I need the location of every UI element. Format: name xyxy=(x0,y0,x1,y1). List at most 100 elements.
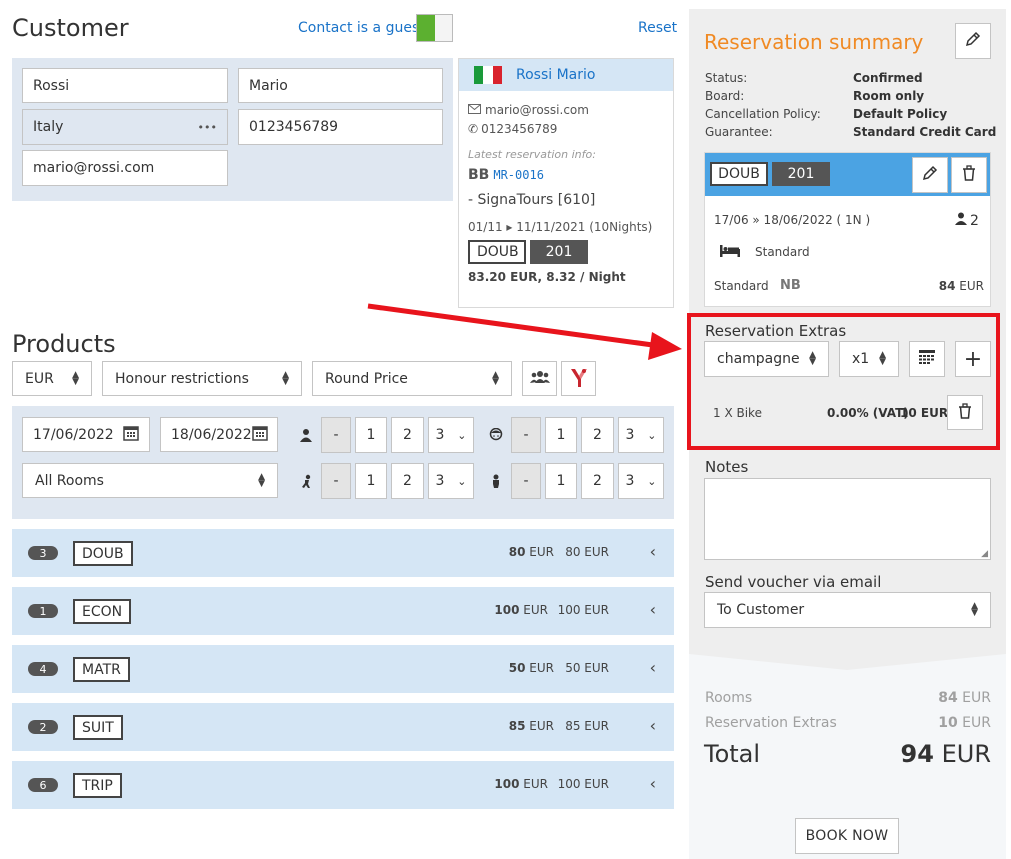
product-row[interactable]: 3 DOUB 80 EUR 80 EUR ‹ xyxy=(12,529,674,577)
last-stay-price: 83.20 EUR, 8.32 / Night xyxy=(468,270,626,284)
reservation-code-link[interactable]: MR-0016 xyxy=(493,168,544,182)
bed-type: Standard xyxy=(755,245,810,259)
chevron-left-icon[interactable]: ‹ xyxy=(650,658,656,677)
guest-name-link[interactable]: Rossi Mario xyxy=(516,67,595,83)
currency-select[interactable]: EUR ▲ ▼ xyxy=(12,361,92,396)
last-room-number: 201 xyxy=(530,240,588,264)
guest-toggle[interactable] xyxy=(416,14,453,42)
totals-notch xyxy=(689,654,1006,670)
kids-1-button[interactable]: 1 xyxy=(355,463,387,499)
room-price-value: 85 xyxy=(508,719,526,733)
calendar-icon[interactable] xyxy=(123,425,139,445)
infants-1-button[interactable]: 1 xyxy=(545,463,577,499)
customer-title: Customer xyxy=(12,14,129,42)
room-price-value: 50 xyxy=(508,661,526,675)
extra-item-select[interactable]: champagne ▲ ▼ xyxy=(704,341,829,377)
adults-more-select[interactable]: 3 ⌄ xyxy=(428,417,474,453)
book-now-button[interactable]: BOOK NOW xyxy=(795,818,899,854)
children-2-button[interactable]: 2 xyxy=(581,417,614,453)
mail-icon xyxy=(468,103,481,117)
rate-price: 84 xyxy=(938,279,956,293)
kids-more-value: 3 xyxy=(435,473,445,489)
availability-badge: 3 xyxy=(28,546,58,560)
delete-extra-button[interactable] xyxy=(947,395,983,430)
date-to-input[interactable]: 18/06/2022 xyxy=(160,417,278,452)
rooms-filter-select[interactable]: All Rooms ▲ ▼ xyxy=(22,463,278,498)
restrictions-value: Honour restrictions xyxy=(115,370,249,387)
notes-textarea[interactable]: ◢ xyxy=(704,478,991,560)
date-from-input[interactable]: 17/06/2022 xyxy=(22,417,150,452)
board-code: BB xyxy=(468,167,490,183)
kids-2-button[interactable]: 2 xyxy=(391,463,424,499)
room-type-tag: DOUB xyxy=(73,541,133,566)
edit-summary-button[interactable] xyxy=(955,23,991,59)
calendar-icon[interactable] xyxy=(251,425,268,445)
extra-line-price: 10 EUR xyxy=(900,406,949,420)
cancellation-label: Cancellation Policy: xyxy=(705,107,821,121)
cancellation-value: Default Policy xyxy=(853,107,948,121)
kids-more-select[interactable]: 3 ⌄ xyxy=(428,463,474,499)
product-row[interactable]: 4 MATR 50 EUR 50 EUR ‹ xyxy=(12,645,674,693)
email-input[interactable]: mario@rossi.com xyxy=(22,150,228,186)
chevron-left-icon[interactable]: ‹ xyxy=(650,716,656,735)
product-row[interactable]: 2 SUIT 85 EUR 85 EUR ‹ xyxy=(12,703,674,751)
infants-more-select[interactable]: 3 ⌄ xyxy=(618,463,664,499)
more-icon[interactable]: ••• xyxy=(198,121,217,134)
infants-2-button[interactable]: 2 xyxy=(581,463,614,499)
voucher-select[interactable]: To Customer ▲ ▼ xyxy=(704,592,991,628)
extra-item-value: champagne xyxy=(717,351,800,367)
extra-qty-select[interactable]: x1 ▲ ▼ xyxy=(839,341,899,377)
price-mode-select[interactable]: Round Price ▲ ▼ xyxy=(312,361,512,396)
edit-room-button[interactable] xyxy=(912,157,948,193)
voucher-label: Send voucher via email xyxy=(705,573,882,591)
room-price: 100 EUR xyxy=(494,777,548,791)
group-icon xyxy=(529,370,550,388)
adults-minus-button[interactable]: - xyxy=(321,417,351,453)
grand-total-currency: EUR xyxy=(941,740,991,768)
children-more-value: 3 xyxy=(625,427,635,443)
room-price-total: 50 EUR xyxy=(565,661,609,675)
extras-total-label: Reservation Extras xyxy=(705,715,837,731)
adults-2-button[interactable]: 2 xyxy=(391,417,424,453)
extra-schedule-button[interactable] xyxy=(909,341,945,377)
rooms-filter-value: All Rooms xyxy=(35,472,104,489)
availability-badge: 2 xyxy=(28,720,58,734)
product-row[interactable]: 6 TRIP 100 EUR 100 EUR ‹ xyxy=(12,761,674,809)
chevron-down-icon: ⌄ xyxy=(647,474,657,488)
first-name-input[interactable]: Mario xyxy=(238,68,443,103)
guest-card: Rossi Mario mario@rossi.com ✆ 0123456789… xyxy=(458,58,674,308)
availability-badge: 4 xyxy=(28,662,58,676)
children-minus-button[interactable]: - xyxy=(511,417,541,453)
guest-count: 2 xyxy=(970,212,979,229)
group-button[interactable] xyxy=(522,361,557,396)
yield-button[interactable] xyxy=(561,361,596,396)
room-price: 50 EUR xyxy=(509,661,554,675)
extra-line-name: 1 X Bike xyxy=(713,406,762,420)
chevron-down-icon: ⌄ xyxy=(457,428,467,442)
kids-minus-button[interactable]: - xyxy=(321,463,351,499)
children-more-select[interactable]: 3 ⌄ xyxy=(618,417,664,453)
children-1-button[interactable]: 1 xyxy=(545,417,577,453)
infants-minus-button[interactable]: - xyxy=(511,463,541,499)
resize-handle-icon[interactable]: ◢ xyxy=(981,549,988,559)
reset-link[interactable]: Reset xyxy=(638,20,677,36)
room-price-value: 100 xyxy=(494,777,520,791)
delete-room-button[interactable] xyxy=(951,157,987,193)
availability-badge: 6 xyxy=(28,778,58,792)
extras-total-value: 10 xyxy=(938,715,958,731)
last-name-input[interactable]: Rossi xyxy=(22,68,228,103)
chevron-down-icon: ⌄ xyxy=(647,428,657,442)
room-price-total: 80 EUR xyxy=(565,545,609,559)
restrictions-select[interactable]: Honour restrictions ▲ ▼ xyxy=(102,361,302,396)
add-extra-button[interactable]: + xyxy=(955,341,991,377)
adults-1-button[interactable]: 1 xyxy=(355,417,387,453)
chevron-left-icon[interactable]: ‹ xyxy=(650,600,656,619)
status-value: Confirmed xyxy=(853,71,923,85)
chevron-left-icon[interactable]: ‹ xyxy=(650,542,656,561)
product-row[interactable]: 1 ECON 100 EUR 100 EUR ‹ xyxy=(12,587,674,635)
room-price: 85 EUR xyxy=(509,719,554,733)
phone-input[interactable]: 0123456789 xyxy=(238,109,443,145)
chevron-left-icon[interactable]: ‹ xyxy=(650,774,656,793)
country-select[interactable]: Italy ••• xyxy=(22,109,228,145)
annotation-arrow-icon xyxy=(367,303,682,360)
